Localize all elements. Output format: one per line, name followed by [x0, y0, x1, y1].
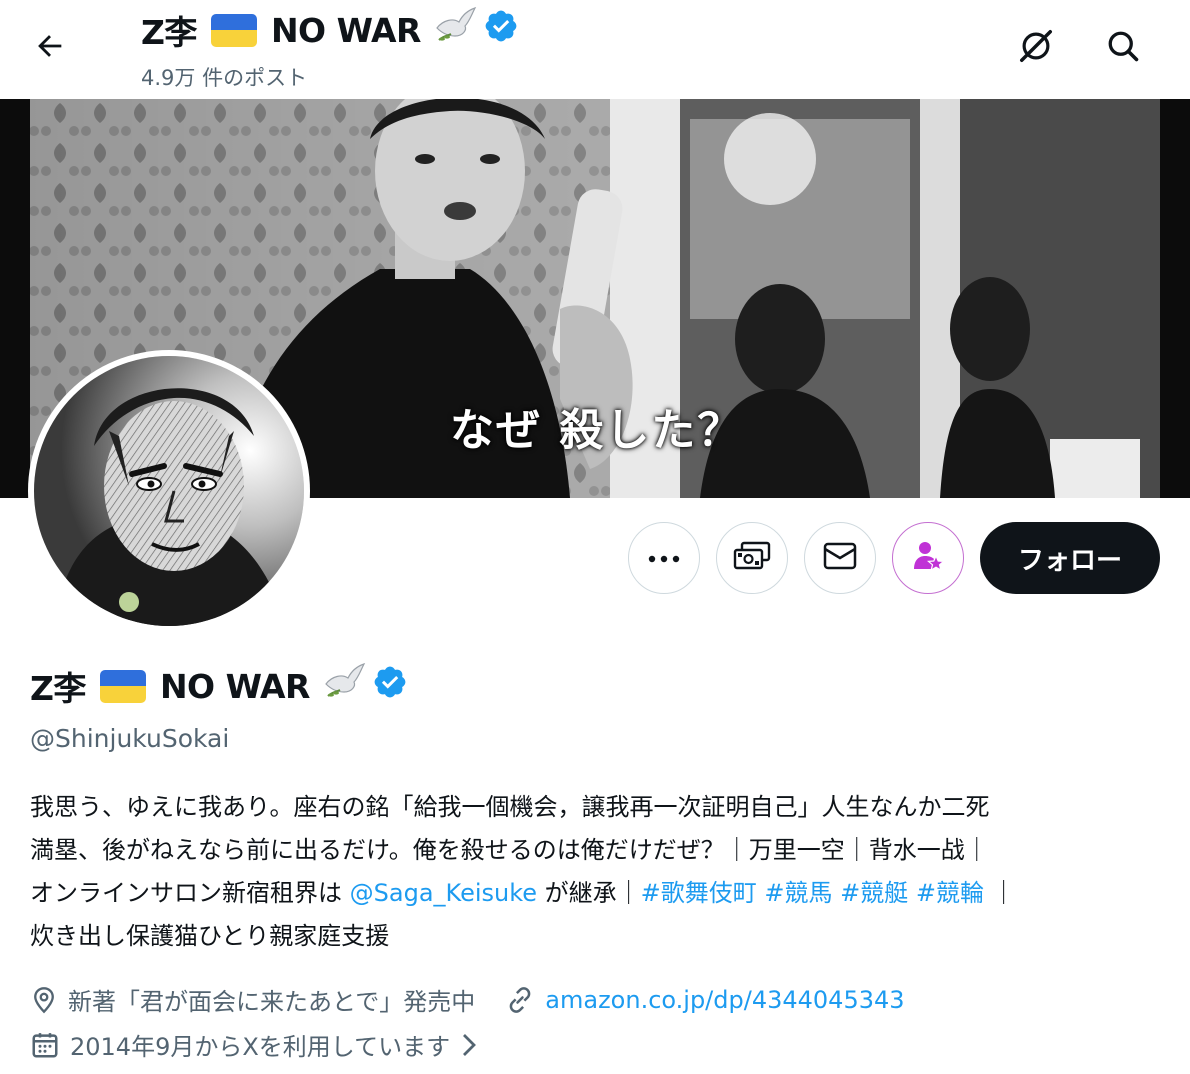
- grok-button[interactable]: [1010, 22, 1062, 74]
- back-button[interactable]: [24, 22, 76, 74]
- search-icon: [1105, 28, 1141, 68]
- bio-line: 我思う、ゆえに我あり。座右の銘「給我一個機会，譲我再一次証明自己」人生なんか二死: [30, 793, 990, 821]
- ukraine-flag-icon: [210, 13, 257, 47]
- hashtag-link[interactable]: #競艇: [840, 879, 908, 907]
- header-name-suffix: NO WAR: [270, 10, 422, 50]
- dove-icon: [322, 662, 366, 710]
- more-button[interactable]: [628, 522, 700, 594]
- subscribe-button[interactable]: [892, 522, 964, 594]
- location-text: 新著「君が面会に来たあとで」発売中: [68, 988, 476, 1016]
- message-icon: [823, 542, 857, 574]
- grok-icon: [1017, 27, 1055, 69]
- mention-link[interactable]: @Saga_Keisuke: [350, 879, 537, 907]
- bio-text: オンラインサロン新宿租界は: [30, 879, 350, 907]
- tip-jar-icon: [733, 541, 771, 575]
- hashtag-link[interactable]: #競馬: [764, 879, 832, 907]
- search-button[interactable]: [1097, 22, 1149, 74]
- verified-badge-icon[interactable]: [372, 664, 408, 708]
- more-icon: [647, 549, 681, 568]
- ukraine-flag-icon: [99, 669, 146, 703]
- bio-line: 満塁、後がねえなら前に出るだけ。俺を殺せるのは俺だけだぜ？｜万里一空｜背水一战｜: [30, 836, 989, 864]
- profile-name-suffix: NO WAR: [159, 666, 311, 706]
- link-icon: [505, 985, 535, 1015]
- dove-icon: [433, 6, 477, 54]
- profile-meta-row: 新著「君が面会に来たあとで」発売中 amazon.co.jp/dp/434404…: [30, 982, 905, 1017]
- profile-bio: 我思う、ゆえに我あり。座右の銘「給我一個機会，譲我再一次証明自己」人生なんか二死…: [30, 786, 1160, 958]
- follow-button[interactable]: フォロー: [980, 522, 1160, 594]
- post-count: 4.9万 件のポスト: [141, 66, 308, 90]
- website-link[interactable]: amazon.co.jp/dp/4344045343: [545, 986, 904, 1014]
- chevron-right-icon[interactable]: [458, 1030, 480, 1060]
- banner-caption: なぜ 殺した？: [450, 405, 744, 456]
- subscribe-icon: [911, 539, 946, 577]
- profile-handle: @ShinjukuSokai: [30, 724, 230, 753]
- tip-button[interactable]: [716, 522, 788, 594]
- avatar-image: [34, 356, 304, 626]
- verified-badge-icon: [483, 8, 519, 52]
- header-profile-name: Z李 NO WAR: [141, 6, 519, 54]
- message-button[interactable]: [804, 522, 876, 594]
- calendar-icon: [30, 1030, 60, 1060]
- joined-text[interactable]: 2014年9月からXを利用しています: [70, 1027, 450, 1062]
- location-icon: [30, 985, 58, 1015]
- profile-name-text: Z李: [30, 669, 86, 708]
- hashtag-link[interactable]: #競輪: [916, 879, 984, 907]
- profile-avatar[interactable]: [28, 350, 310, 632]
- back-arrow-icon: [33, 29, 67, 67]
- bio-text: ｜: [984, 879, 1016, 907]
- header-name-text: Z李: [141, 13, 197, 52]
- profile-meta-row: 2014年9月からXを利用しています: [30, 1027, 490, 1062]
- bio-line: オンラインサロン新宿租界は @Saga_Keisuke が継承｜#歌舞伎町 #競…: [30, 872, 1160, 915]
- profile-name: Z李 NO WAR: [30, 662, 408, 710]
- top-bar: Z李 NO WAR 4.9万 件のポスト: [0, 0, 1190, 99]
- hashtag-link[interactable]: #歌舞伎町: [641, 879, 757, 907]
- bio-text: が継承｜: [537, 879, 641, 907]
- bio-line: 炊き出し保護猫ひとり親家庭支援: [30, 922, 390, 950]
